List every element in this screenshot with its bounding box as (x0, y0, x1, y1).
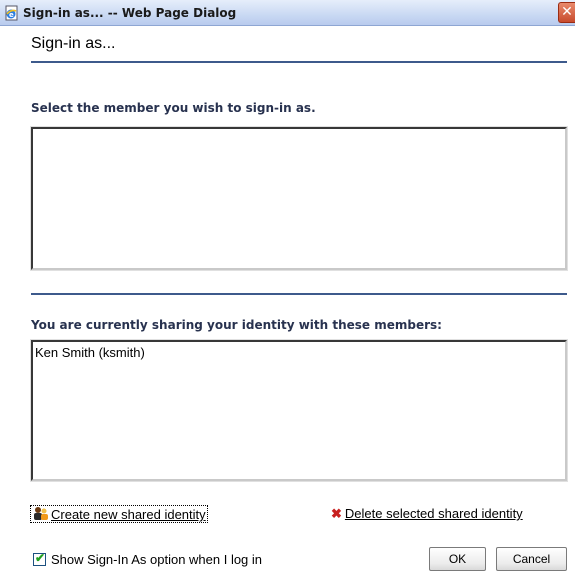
delete-identity-link[interactable]: ✖ Delete selected shared identity (331, 506, 523, 522)
select-member-label: Select the member you wish to sign-in as… (31, 101, 316, 115)
create-identity-label[interactable]: Create new shared identity (51, 507, 206, 522)
ok-button[interactable]: OK (429, 547, 486, 571)
red-x-icon: ✖ (331, 506, 342, 521)
show-signin-label: Show Sign-In As option when I log in (51, 552, 263, 567)
window-titlebar[interactable]: e Sign-in as... -- Web Page Dialog ✕ (0, 0, 575, 26)
show-signin-checkbox[interactable]: ✔ (33, 551, 46, 566)
close-icon: ✕ (561, 4, 573, 20)
people-icon (34, 507, 48, 520)
show-signin-option[interactable]: ✔ Show Sign-In As option when I log in (33, 551, 263, 567)
window-title: Sign-in as... -- Web Page Dialog (23, 6, 237, 20)
dialog-heading: Sign-in as... (31, 35, 116, 52)
close-button[interactable]: ✕ (558, 2, 575, 23)
checkmark-icon: ✔ (35, 551, 46, 565)
ie-page-icon: e (5, 5, 18, 21)
svg-text:e: e (9, 11, 14, 19)
shared-members-listbox[interactable]: Ken Smith (ksmith) (30, 339, 568, 482)
shared-members-label: You are currently sharing your identity … (31, 318, 442, 332)
heading-divider (31, 61, 567, 63)
list-item[interactable]: Ken Smith (ksmith) (33, 342, 565, 363)
section-divider (31, 293, 567, 295)
create-identity-link[interactable]: Create new shared identity (30, 505, 208, 523)
cancel-button[interactable]: Cancel (496, 547, 567, 571)
delete-identity-label[interactable]: Delete selected shared identity (345, 506, 523, 521)
member-select-listbox[interactable] (30, 126, 568, 271)
